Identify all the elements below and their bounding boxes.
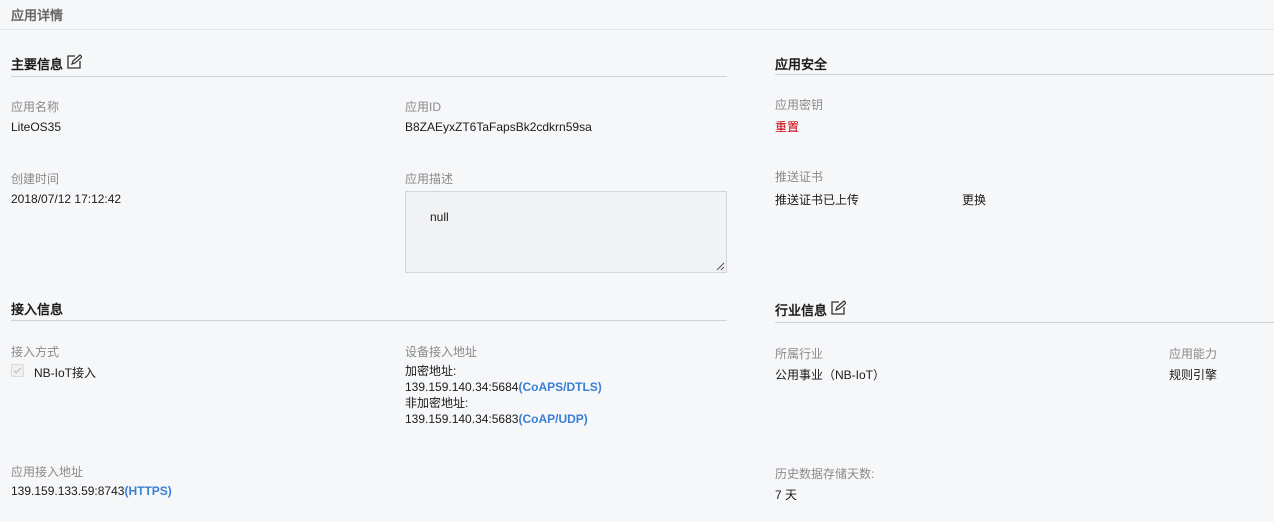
enc-addr-line: 139.159.140.34:5684(CoAPS/DTLS)	[405, 379, 602, 395]
edit-icon[interactable]	[830, 300, 847, 316]
device-addr-label: 设备接入地址	[405, 345, 478, 359]
access-info-title: 接入信息	[11, 302, 64, 317]
push-cert-status: 推送证书已上传	[775, 193, 860, 207]
device-addr-block: 加密地址: 139.159.140.34:5684(CoAPS/DTLS) 非加…	[405, 363, 602, 427]
created-label: 创建时间	[11, 172, 60, 186]
resize-handle-icon[interactable]	[715, 261, 725, 271]
app-name-label: 应用名称	[11, 100, 60, 114]
nb-iot-checkbox[interactable]	[11, 364, 24, 377]
enc-addr-label: 加密地址:	[405, 364, 457, 378]
app-id-value: B8ZAEyxZT6TaFapsBk2cdkrn59sa	[405, 120, 592, 134]
app-desc-value: null	[430, 210, 449, 224]
replace-cert-link[interactable]: 更换	[962, 191, 986, 208]
push-cert-label: 推送证书	[775, 170, 824, 184]
enc-proto: (CoAPS/DTLS)	[518, 380, 602, 394]
reset-key-link[interactable]: 重置	[775, 118, 799, 135]
app-proto: (HTTPS)	[124, 484, 172, 498]
capability-label: 应用能力	[1169, 347, 1218, 361]
industry-label: 所属行业	[775, 347, 824, 361]
plain-proto: (CoAP/UDP)	[518, 412, 588, 426]
plain-addr-label: 非加密地址:	[405, 396, 469, 410]
app-addr-line: 139.159.133.59:8743(HTTPS)	[11, 484, 172, 498]
security-title: 应用安全	[775, 57, 828, 72]
app-name-value: LiteOS35	[11, 120, 62, 134]
app-addr-value: 139.159.133.59:8743	[11, 484, 125, 498]
app-key-label: 应用密钥	[775, 98, 824, 112]
industry-info-title: 行业信息	[775, 303, 828, 318]
plain-addr-line: 139.159.140.34:5683(CoAP/UDP)	[405, 411, 602, 427]
access-method-value: NB-IoT接入	[34, 366, 97, 380]
access-method-label: 接入方式	[11, 345, 60, 359]
access-info-divider	[11, 320, 727, 321]
enc-addr-value: 139.159.140.34:5684	[405, 380, 519, 394]
industry-value: 公用事业（NB-IoT）	[775, 368, 886, 382]
industry-info-divider	[775, 322, 1274, 323]
page-title: 应用详情	[11, 8, 64, 23]
title-divider	[0, 29, 1274, 30]
history-days-label: 历史数据存储天数:	[775, 467, 875, 481]
created-value: 2018/07/12 17:12:42	[11, 192, 122, 206]
checkmark-icon	[13, 367, 22, 374]
history-days-value: 7 天	[775, 488, 798, 502]
app-desc-label: 应用描述	[405, 172, 454, 186]
edit-icon[interactable]	[66, 54, 83, 70]
app-id-label: 应用ID	[405, 100, 442, 114]
app-addr-label: 应用接入地址	[11, 465, 84, 479]
capability-value: 规则引擎	[1169, 368, 1218, 382]
main-info-title: 主要信息	[11, 57, 64, 72]
plain-addr-value: 139.159.140.34:5683	[405, 412, 519, 426]
main-info-divider	[11, 76, 727, 77]
app-desc-textarea[interactable]: null	[405, 191, 727, 273]
security-divider	[775, 74, 1274, 75]
